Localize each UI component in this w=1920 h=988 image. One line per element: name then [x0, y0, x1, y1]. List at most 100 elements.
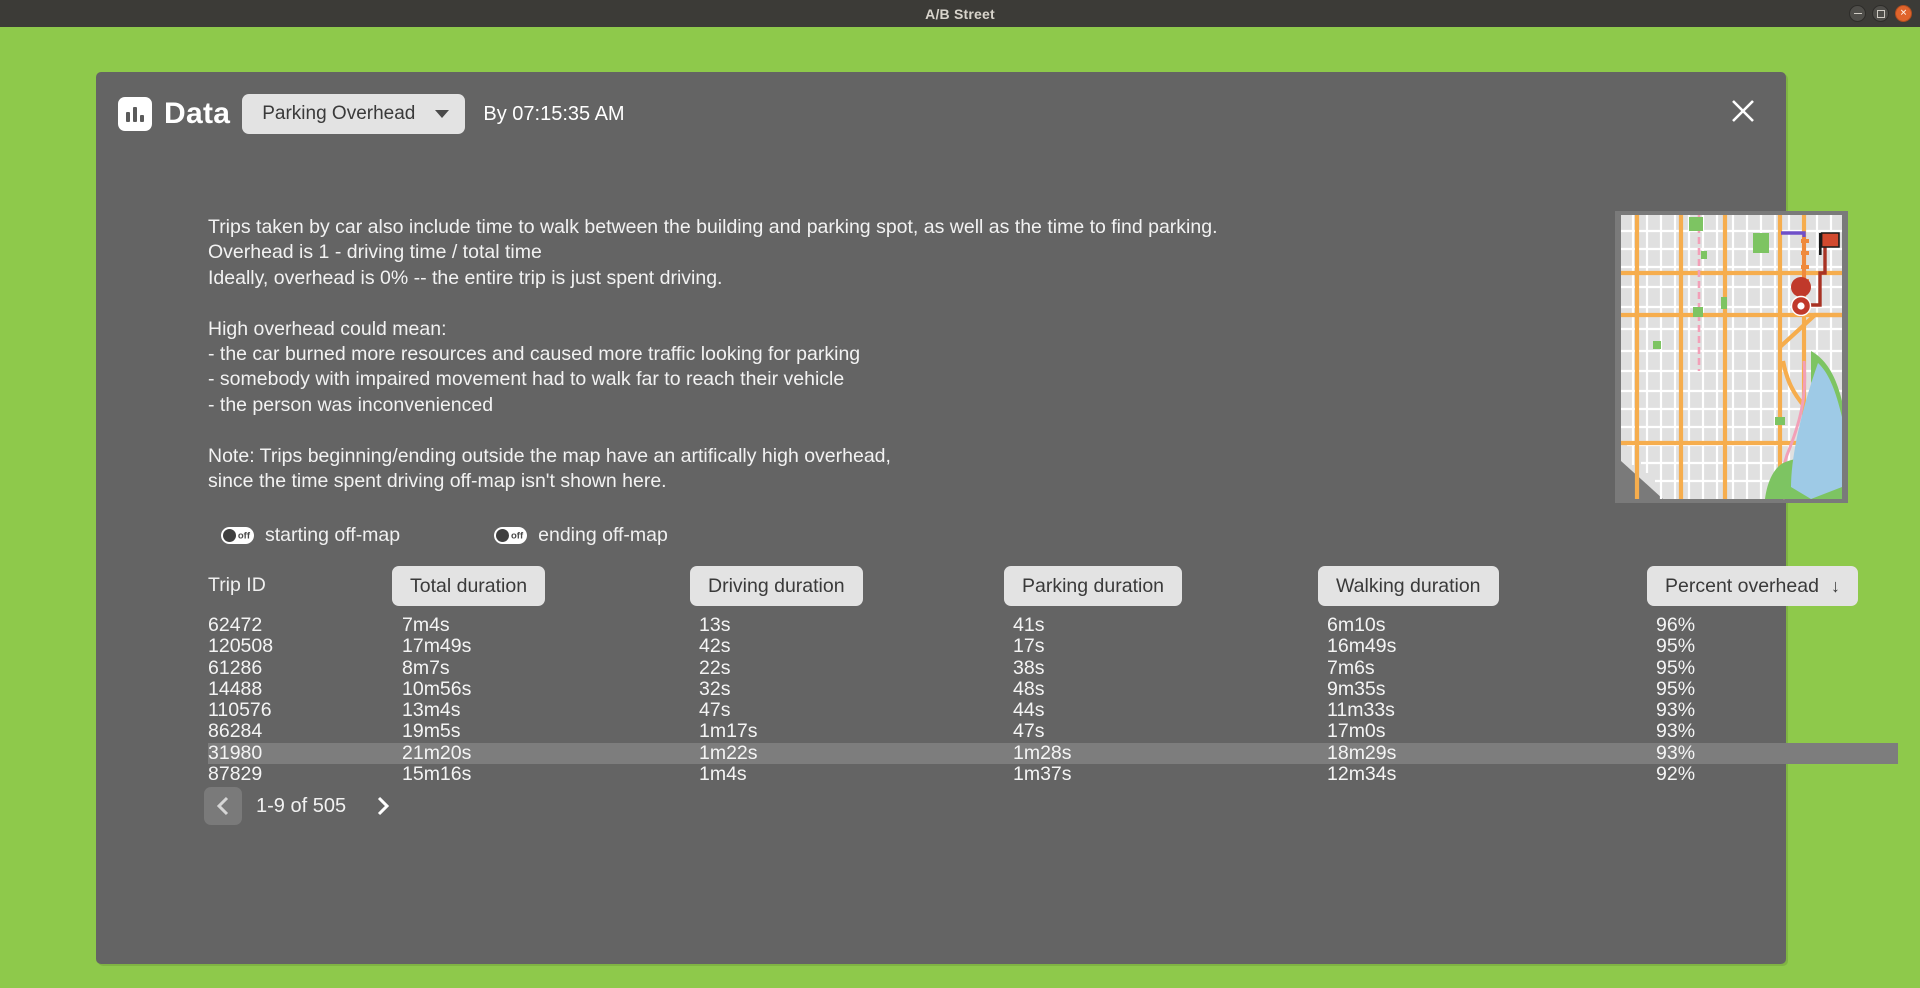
data-panel: Data Parking Overhead By 07:15:35 AM Tri… — [96, 72, 1898, 964]
toggle-label-starting: starting off-map — [265, 524, 401, 546]
cell-total-duration: 7m4s — [402, 614, 450, 636]
minimize-icon[interactable] — [1849, 5, 1866, 22]
cell-driving-duration: 42s — [699, 635, 731, 658]
toggle-ending-off-map[interactable]: off ending off-map — [494, 524, 668, 547]
offmap-filters: off starting off-map off ending off-map — [221, 524, 668, 547]
cell-parking-duration: 1m28s — [1013, 741, 1072, 764]
chevron-left-icon — [216, 796, 229, 816]
close-icon[interactable]: ✕ — [1895, 5, 1912, 22]
table-row[interactable]: 14488 10m56s 32s 48s 9m35s 95% — [208, 677, 1898, 700]
column-header-label: Driving duration — [708, 574, 845, 597]
toggle-label-ending: ending off-map — [538, 524, 668, 546]
toggle-state-starting: off — [237, 529, 250, 541]
page-title: Data — [164, 97, 231, 130]
cell-parking-duration: 48s — [1013, 677, 1045, 700]
cell-trip-id: 110576 — [208, 699, 272, 722]
table-row[interactable]: 110576 13m4s 47s 44s 11m33s 93% — [208, 699, 1898, 722]
sort-descending-icon: ↓ — [1830, 575, 1840, 596]
cell-percent-overhead: 93% — [1656, 720, 1696, 743]
cell-parking-duration: 44s — [1013, 699, 1045, 722]
trips-table: Trip ID Total duration Driving duration … — [208, 566, 1898, 785]
previous-page-button[interactable] — [204, 787, 242, 825]
column-header-label: Percent overhead — [1665, 574, 1819, 597]
cell-driving-duration: 47s — [699, 699, 731, 722]
cell-total-duration: 15m16s — [402, 763, 472, 786]
cell-driving-duration: 1m4s — [699, 763, 747, 786]
next-page-button[interactable] — [368, 787, 398, 825]
window-title: A/B Street — [925, 5, 995, 22]
table-row[interactable]: 31980 21m20s 1m22s 1m28s 18m29s 93% — [208, 741, 1898, 765]
toggle-starting-off-map[interactable]: off starting off-map — [221, 524, 400, 547]
cell-trip-id: 31980 — [208, 741, 263, 764]
table-row[interactable]: 62472 7m4s 13s 41s 6m10s 96% — [208, 614, 1898, 636]
cell-percent-overhead: 95% — [1656, 656, 1696, 679]
pagination: 1-9 of 505 — [204, 787, 398, 825]
minimap-thumbnail[interactable] — [1615, 211, 1848, 503]
cell-walking-duration: 18m29s — [1327, 741, 1397, 764]
chevron-right-icon — [378, 796, 390, 816]
cell-driving-duration: 13s — [699, 614, 731, 636]
cell-walking-duration: 17m0s — [1327, 720, 1386, 743]
dataset-dropdown-value: Parking Overhead — [262, 103, 416, 124]
cell-walking-duration: 16m49s — [1327, 635, 1397, 658]
cell-parking-duration: 47s — [1013, 720, 1045, 743]
cell-walking-duration: 9m35s — [1327, 677, 1386, 700]
cell-percent-overhead: 93% — [1656, 741, 1696, 764]
table-body: 62472 7m4s 13s 41s 6m10s 96% 120508 17m4… — [208, 614, 1898, 786]
cell-parking-duration: 1m37s — [1013, 763, 1072, 786]
chevron-down-icon — [435, 110, 450, 118]
table-row[interactable]: 120508 17m49s 42s 17s 16m49s 95% — [208, 635, 1898, 658]
cell-total-duration: 10m56s — [402, 677, 472, 700]
cell-total-duration: 13m4s — [402, 699, 461, 722]
toggle-state-ending: off — [510, 529, 524, 541]
cell-driving-duration: 1m17s — [699, 720, 758, 743]
table-row[interactable]: 87829 15m16s 1m4s 1m37s 12m34s 92% — [208, 763, 1898, 786]
cell-trip-id: 87829 — [208, 763, 263, 786]
desktop-background: Data Parking Overhead By 07:15:35 AM Tri… — [0, 27, 1920, 988]
close-icon — [1732, 100, 1754, 122]
column-header-label: Walking duration — [1336, 574, 1481, 597]
time-label: By 07:15:35 AM — [483, 102, 625, 125]
cell-percent-overhead: 95% — [1656, 677, 1696, 700]
dataset-dropdown[interactable]: Parking Overhead — [242, 94, 466, 134]
description-text: Trips taken by car also include time to … — [208, 216, 1218, 493]
toggle-switch-icon: off — [221, 527, 254, 544]
cell-walking-duration: 12m34s — [1327, 763, 1397, 786]
close-panel-button[interactable] — [1726, 94, 1760, 128]
cell-total-duration: 17m49s — [402, 635, 472, 658]
column-header-driving-duration[interactable]: Driving duration — [690, 566, 863, 606]
maximize-icon[interactable] — [1872, 5, 1889, 22]
column-header-label: Total duration — [410, 574, 528, 597]
cell-walking-duration: 6m10s — [1327, 614, 1386, 636]
table-header-row: Trip ID Total duration Driving duration … — [208, 566, 1898, 606]
cell-total-duration: 21m20s — [402, 741, 472, 764]
cell-trip-id: 61286 — [208, 656, 263, 679]
cell-total-duration: 19m5s — [402, 720, 461, 743]
panel-header: Data Parking Overhead By 07:15:35 AM — [118, 94, 625, 134]
cell-percent-overhead: 92% — [1656, 763, 1696, 786]
table-row[interactable]: 61286 8m7s 22s 38s 7m6s 95% — [208, 656, 1898, 679]
cell-trip-id: 14488 — [208, 677, 263, 700]
cell-parking-duration: 41s — [1013, 614, 1045, 636]
cell-total-duration: 8m7s — [402, 656, 450, 679]
cell-walking-duration: 11m33s — [1327, 699, 1395, 722]
column-header-total-duration[interactable]: Total duration — [392, 566, 546, 606]
table-row[interactable]: 86284 19m5s 1m17s 47s 17m0s 93% — [208, 720, 1898, 743]
cell-percent-overhead: 96% — [1656, 614, 1696, 636]
cell-driving-duration: 22s — [699, 656, 731, 679]
cell-walking-duration: 7m6s — [1327, 656, 1375, 679]
cell-parking-duration: 17s — [1013, 635, 1045, 658]
cell-driving-duration: 1m22s — [699, 741, 758, 764]
cell-trip-id: 62472 — [208, 614, 263, 636]
column-header-trip-id: Trip ID — [208, 574, 266, 596]
column-header-percent-overhead[interactable]: Percent overhead ↓ — [1647, 566, 1858, 606]
cell-trip-id: 86284 — [208, 720, 263, 743]
pagination-label: 1-9 of 505 — [256, 794, 347, 817]
column-header-parking-duration[interactable]: Parking duration — [1004, 566, 1183, 606]
cell-percent-overhead: 93% — [1656, 699, 1696, 722]
column-header-walking-duration[interactable]: Walking duration — [1318, 566, 1499, 606]
window-controls: ✕ — [1849, 0, 1912, 27]
bar-chart-icon — [118, 97, 152, 131]
cell-driving-duration: 32s — [699, 677, 731, 700]
cell-parking-duration: 38s — [1013, 656, 1045, 679]
